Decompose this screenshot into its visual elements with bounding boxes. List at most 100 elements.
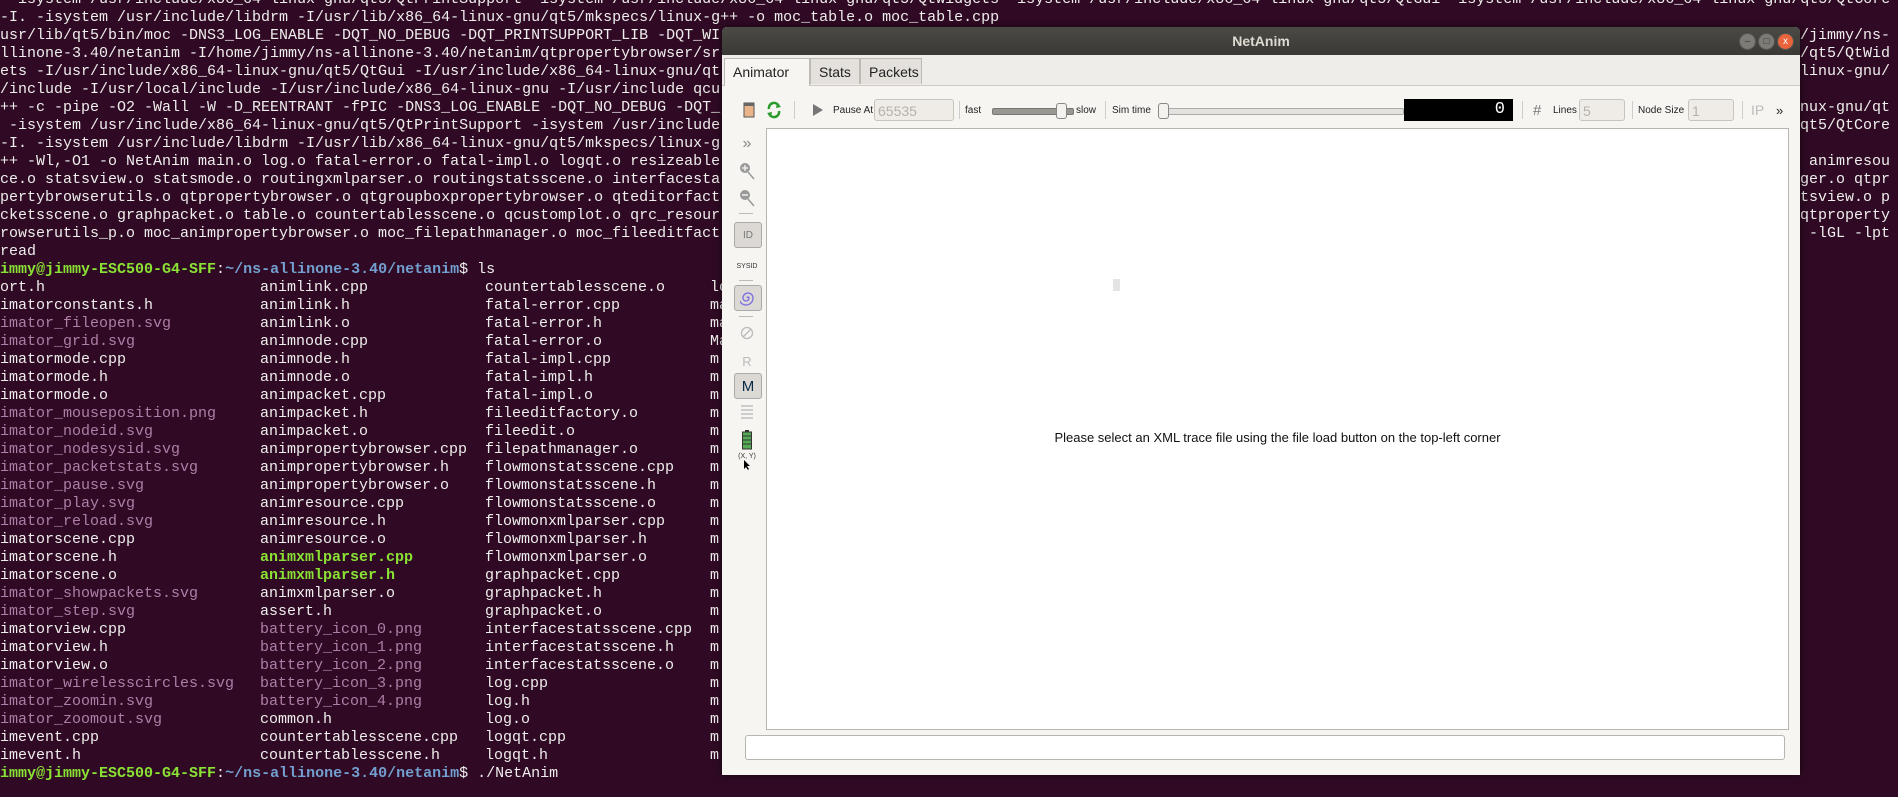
toolbar-separator bbox=[959, 101, 960, 119]
ls-entry: fatal-impl.h bbox=[485, 369, 594, 386]
terminal-line-wrapped-text: qt5/QtCore bbox=[1800, 117, 1891, 134]
ls-entry: nimatorconstants.h bbox=[0, 297, 154, 314]
sim-time-slider[interactable] bbox=[1158, 108, 1404, 115]
ls-entry: logqt.h bbox=[485, 747, 549, 764]
ls-entry: nimator_fileopen.svg bbox=[0, 315, 172, 332]
ls-entry: m bbox=[710, 513, 720, 530]
prompt-user-host: immy@jimmy-ESC500-G4-SFF bbox=[0, 261, 217, 278]
ip-toggle[interactable]: IP bbox=[1751, 96, 1764, 124]
ls-entry: animxmlparser.cpp bbox=[260, 549, 414, 566]
lines-label: Lines bbox=[1553, 104, 1577, 116]
ls-entry: countertablesscene.h bbox=[260, 747, 441, 764]
ls-entry: nimator_zoomin.svg bbox=[0, 693, 154, 710]
speed-slider-handle[interactable] bbox=[1056, 103, 1067, 119]
play-icon[interactable] bbox=[812, 96, 824, 124]
ls-entry: nimator_nodeid.svg bbox=[0, 423, 154, 440]
ls-entry: assert.h bbox=[260, 603, 333, 620]
node-size-combo[interactable]: 1 bbox=[1688, 99, 1734, 121]
animation-canvas[interactable]: Please select an XML trace file using th… bbox=[766, 128, 1789, 730]
pause-at-label: Pause At bbox=[833, 104, 874, 116]
ls-entry: fatal-error.h bbox=[485, 315, 603, 332]
ls-entry: m bbox=[710, 657, 720, 674]
ls-entry: filepathmanager.o bbox=[485, 441, 639, 458]
terminal-line-text: llinone-3.40/netanim -I/home/jimmy/ns-al… bbox=[0, 45, 721, 62]
ls-entry: m bbox=[710, 495, 720, 512]
ls-entry: nimatormode.o bbox=[0, 387, 109, 404]
ls-entry: m bbox=[710, 675, 720, 692]
ls-entry: nimator_showpackets.svg bbox=[0, 585, 199, 602]
ls-entry: m bbox=[710, 531, 720, 548]
ls-entry: nimator_nodesysid.svg bbox=[0, 441, 181, 458]
zoom-out-icon[interactable] bbox=[734, 187, 760, 209]
terminal-line-wrapped-text: ger.o qtpr bbox=[1800, 171, 1891, 188]
ls-entry: animpacket.o bbox=[260, 423, 369, 440]
grid-lines-icon[interactable]: # bbox=[1533, 96, 1541, 124]
toolbar-separator bbox=[1105, 101, 1106, 119]
pause-at-input[interactable]: 65535 bbox=[874, 99, 954, 121]
ls-entry: animresource.h bbox=[260, 513, 387, 530]
title-bar[interactable]: NetAnim – □ x bbox=[722, 27, 1800, 55]
mouse-position-label: (X, Y) bbox=[738, 452, 756, 460]
ls-entry: log.h bbox=[485, 693, 531, 710]
terminal-line-wrapped-text: nux-gnu/qt bbox=[1800, 99, 1891, 116]
side-toolbar: » ID SYSID R M (X, Y) bbox=[722, 125, 766, 485]
terminal-line-wrapped-text: qtproperty bbox=[1800, 207, 1891, 224]
node-sysid-toggle[interactable]: SYSID bbox=[734, 255, 760, 277]
speed-fast-label: fast bbox=[965, 104, 982, 116]
ls-entry: battery_icon_0.png bbox=[260, 621, 423, 638]
ls-entry: m bbox=[710, 729, 720, 746]
wireless-circles-icon[interactable] bbox=[734, 285, 762, 311]
tab-animator[interactable]: Animator bbox=[724, 58, 810, 86]
ls-entry: nimator_grid.svg bbox=[0, 333, 136, 350]
terminal-line-text: -I. -isystem /usr/include/libdrm -I/usr/… bbox=[0, 9, 1000, 26]
meta-toggle[interactable]: M bbox=[734, 373, 762, 399]
minimize-button[interactable]: – bbox=[1739, 33, 1756, 50]
terminal-line-wrapped-text: linux-gnu/ bbox=[1800, 63, 1891, 80]
file-open-icon[interactable] bbox=[742, 96, 756, 124]
toolbar-separator bbox=[1632, 101, 1633, 119]
no-packets-icon[interactable] bbox=[734, 322, 760, 344]
ls-entry: interfacestatsscene.cpp bbox=[485, 621, 693, 638]
packet-stats-icon[interactable] bbox=[734, 401, 760, 423]
maximize-button[interactable]: □ bbox=[1758, 33, 1775, 50]
toolbar: Pause At 65535 fast slow Sim time 0 # Li… bbox=[722, 96, 1800, 124]
terminal-line-wrapped-text: /qt5/QtWid bbox=[1800, 45, 1891, 62]
ls-entry: m bbox=[710, 603, 720, 620]
ls-entry: m bbox=[710, 423, 720, 440]
tab-packets[interactable]: Packets bbox=[860, 58, 922, 84]
expand-chevron-icon[interactable]: » bbox=[734, 133, 760, 155]
ls-entry: fatal-impl.o bbox=[485, 387, 594, 404]
terminal-line-wrapped-text: /jimmy/ns- bbox=[1800, 27, 1891, 44]
toolbar-separator bbox=[794, 101, 795, 119]
prompt-text: immy@jimmy-ESC500-G4-SFF:~/ns-allinone-3… bbox=[0, 765, 558, 783]
prompt-path: ~/ns-allinone-3.40/netanim bbox=[225, 261, 460, 278]
sidebar-separator bbox=[739, 316, 753, 317]
lines-spinbox[interactable]: 5 bbox=[1579, 99, 1625, 121]
ls-entry: nimatorscene.o bbox=[0, 567, 118, 584]
node-id-toggle[interactable]: ID bbox=[734, 222, 762, 248]
tab-stats[interactable]: Stats bbox=[810, 58, 860, 84]
status-input[interactable] bbox=[745, 735, 1785, 760]
ls-entry: flowmonstatsscene.h bbox=[485, 477, 657, 494]
reload-icon[interactable] bbox=[766, 96, 782, 124]
ls-entry: nimatormode.cpp bbox=[0, 351, 127, 368]
ls-entry: log.o bbox=[485, 711, 531, 728]
ls-entry: nimator_step.svg bbox=[0, 603, 136, 620]
sim-time-slider-handle[interactable] bbox=[1158, 103, 1169, 119]
close-button[interactable]: x bbox=[1777, 33, 1794, 50]
ls-entry: m bbox=[710, 747, 720, 764]
battery-icon[interactable] bbox=[734, 429, 760, 451]
zoom-in-icon[interactable] bbox=[734, 160, 760, 182]
mouse-position-toggle[interactable]: (X, Y) bbox=[734, 450, 760, 472]
ls-entry: graphpacket.h bbox=[485, 585, 603, 602]
ls-entry: m bbox=[710, 711, 720, 728]
routing-toggle[interactable]: R bbox=[734, 350, 760, 372]
ls-entry: animxmlparser.o bbox=[260, 585, 396, 602]
terminal-line-text: ce.o statsview.o statsmode.o routingxmlp… bbox=[0, 171, 721, 188]
toolbar-overflow-button[interactable]: » bbox=[1776, 96, 1783, 124]
ls-entry: m bbox=[710, 405, 720, 422]
terminal-line-text: -isystem /usr/include/x86_64-linux-gnu/q… bbox=[0, 117, 721, 134]
prompt-text: immy@jimmy-ESC500-G4-SFF:~/ns-allinone-3… bbox=[0, 261, 495, 279]
sidebar-separator bbox=[739, 280, 753, 281]
ls-entry: flowmonxmlparser.h bbox=[485, 531, 648, 548]
